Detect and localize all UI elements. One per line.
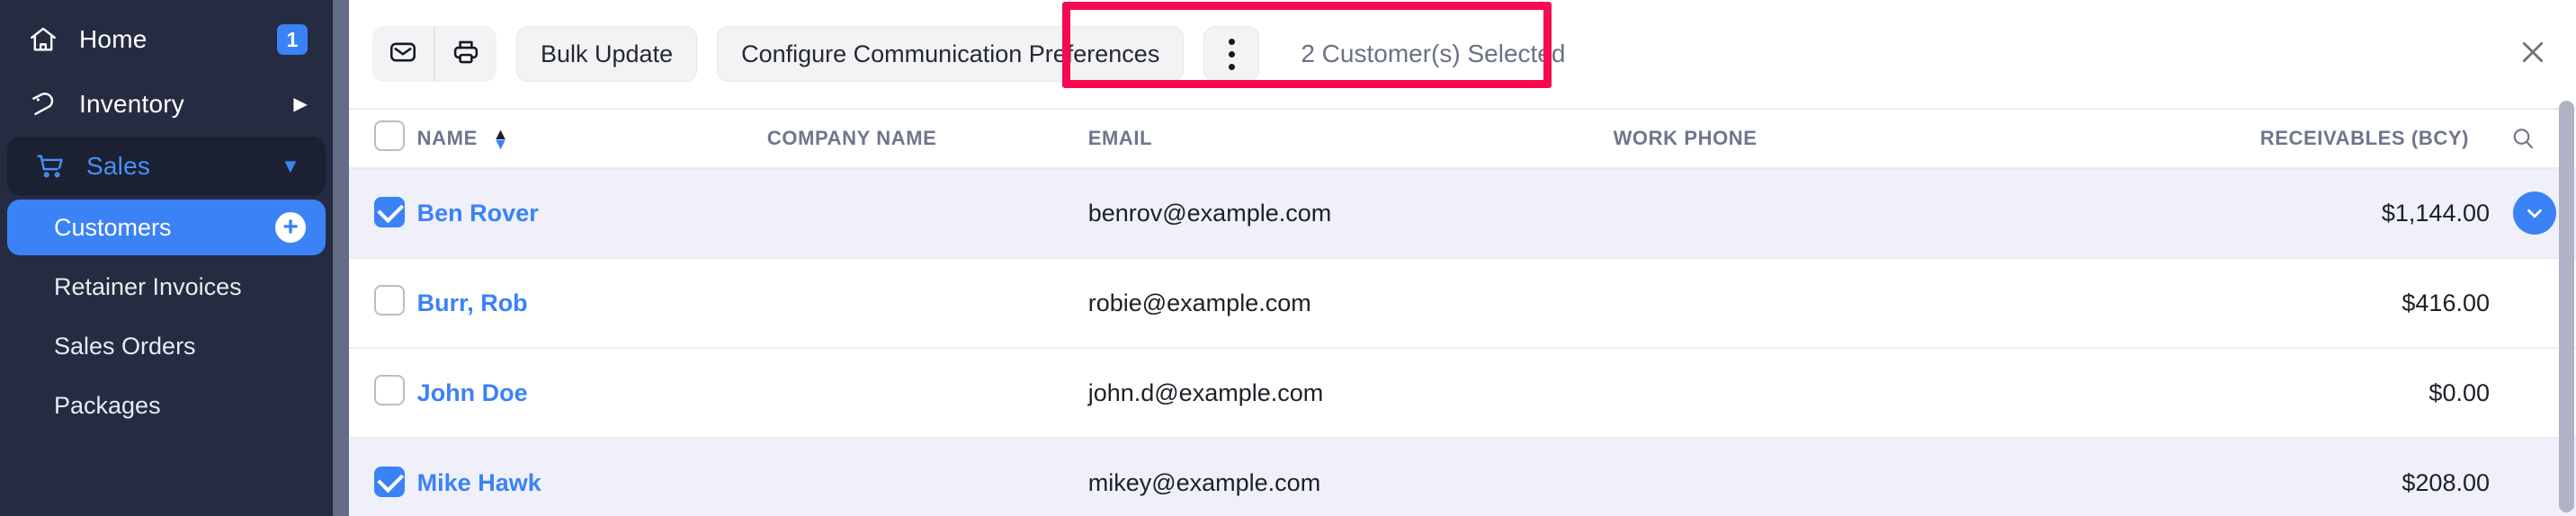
- sidebar-item-home-label: Home: [79, 25, 148, 53]
- row-receivables-cell: $0.00: [2061, 348, 2576, 438]
- main-content: Bulk Update Configure Communication Pref…: [349, 0, 2576, 516]
- kebab-dot: [1228, 50, 1235, 58]
- close-icon: [2517, 36, 2549, 73]
- row-phone-cell: [1614, 438, 2061, 516]
- home-icon: [25, 22, 61, 58]
- row-receivables-amount: $208.00: [2402, 468, 2490, 496]
- row-select-cell[interactable]: [349, 168, 417, 258]
- bulk-update-button[interactable]: Bulk Update: [516, 26, 698, 82]
- row-email-cell: john.d@example.com: [1087, 378, 1324, 406]
- row-company-cell: [767, 348, 1088, 438]
- sidebar-item-retainer-invoices-label: Retainer Invoices: [54, 272, 242, 300]
- customer-name-link[interactable]: Mike Hawk: [417, 469, 541, 496]
- row-name-cell: John Doe: [417, 348, 767, 438]
- row-receivables-cell: $1,144.00: [2061, 168, 2576, 258]
- row-company-cell: [767, 168, 1088, 258]
- row-checkbox[interactable]: [374, 284, 405, 316]
- configure-communication-preferences-button[interactable]: Configure Communication Preferences: [717, 26, 1185, 82]
- row-receivables-amount: $1,144.00: [2381, 199, 2490, 227]
- table-row[interactable]: Mike Hawk mikey@example.com $208.00: [349, 438, 2576, 516]
- column-header-name[interactable]: NAME ▲ ▼: [416, 108, 767, 169]
- sidebar-divider: [333, 0, 349, 516]
- column-header-name-label: NAME: [416, 127, 478, 149]
- row-select-cell[interactable]: [349, 438, 417, 516]
- sidebar: Home 1 Inventory ▶ Sales ▼ Customers + R…: [0, 0, 333, 516]
- sidebar-item-packages-label: Packages: [54, 391, 161, 419]
- icon-button-group: [372, 26, 496, 82]
- row-phone-cell: [1614, 258, 2061, 348]
- customer-name-link[interactable]: Burr, Rob: [417, 289, 528, 316]
- row-email-cell: benrov@example.com: [1087, 199, 1332, 227]
- row-email-cell: mikey@example.com: [1087, 468, 1321, 496]
- cart-icon: [32, 148, 68, 184]
- printer-icon: [451, 37, 481, 72]
- customers-table: NAME ▲ ▼ COMPANY NAME EMAIL WORK PHONE R…: [349, 108, 2576, 516]
- bulk-action-toolbar: Bulk Update Configure Communication Pref…: [349, 0, 2576, 108]
- sidebar-item-inventory[interactable]: Inventory ▶: [0, 72, 333, 137]
- sidebar-item-home[interactable]: Home 1: [0, 7, 333, 72]
- row-email-cell: robie@example.com: [1087, 289, 1311, 316]
- selected-count-label: 2 Customer(s) Selected: [1301, 40, 1566, 67]
- row-phone-cell: [1614, 348, 2061, 438]
- envelope-icon: [388, 37, 418, 72]
- row-receivables-amount: $416.00: [2402, 289, 2490, 316]
- close-button[interactable]: [2511, 32, 2554, 76]
- row-phone-cell: [1614, 168, 2061, 258]
- sidebar-item-retainer-invoices[interactable]: Retainer Invoices: [7, 259, 326, 315]
- customer-name-link[interactable]: Ben Rover: [417, 200, 539, 227]
- table-row[interactable]: Burr, Rob robie@example.com $416.00: [349, 258, 2576, 348]
- table-body: Ben Rover benrov@example.com $1,144.00 B…: [349, 168, 2576, 516]
- sidebar-item-sales[interactable]: Sales ▼: [7, 137, 326, 196]
- chevron-down-icon: ▼: [281, 155, 300, 177]
- email-button[interactable]: [372, 26, 434, 82]
- table-header-row: NAME ▲ ▼ COMPANY NAME EMAIL WORK PHONE R…: [349, 108, 2576, 169]
- select-all-header[interactable]: [349, 108, 417, 169]
- sidebar-item-packages[interactable]: Packages: [7, 378, 326, 433]
- sort-arrows-icon[interactable]: ▲ ▼: [492, 126, 509, 154]
- kebab-dot: [1228, 63, 1235, 70]
- row-name-cell: Burr, Rob: [417, 258, 767, 348]
- column-header-work-phone[interactable]: WORK PHONE: [1613, 108, 2061, 169]
- column-header-email[interactable]: EMAIL: [1087, 108, 1614, 169]
- sidebar-subnav-sales: Customers + Retainer Invoices Sales Orde…: [0, 200, 333, 433]
- app-root: Home 1 Inventory ▶ Sales ▼ Customers + R…: [0, 0, 2576, 516]
- row-name-cell: Ben Rover: [417, 168, 767, 258]
- sort-desc-icon: ▼: [492, 135, 509, 154]
- select-all-checkbox[interactable]: [374, 120, 405, 151]
- sidebar-item-sales-orders[interactable]: Sales Orders: [7, 318, 326, 374]
- row-select-cell[interactable]: [349, 348, 417, 438]
- sidebar-item-sales-orders-label: Sales Orders: [54, 332, 196, 360]
- column-header-receivables[interactable]: RECEIVABLES (BCY): [2060, 108, 2470, 169]
- row-company-cell: [767, 258, 1088, 348]
- row-checkbox[interactable]: [374, 196, 405, 227]
- row-receivables-cell: $416.00: [2061, 258, 2576, 348]
- table-row[interactable]: Ben Rover benrov@example.com $1,144.00: [349, 168, 2576, 258]
- row-expand-button[interactable]: [2513, 191, 2556, 235]
- sidebar-item-customers[interactable]: Customers +: [7, 200, 326, 255]
- row-receivables-amount: $0.00: [2428, 378, 2490, 406]
- row-select-cell[interactable]: [349, 258, 417, 348]
- row-name-cell: Mike Hawk: [417, 438, 767, 516]
- sidebar-item-customers-label: Customers: [54, 213, 172, 241]
- customer-name-link[interactable]: John Doe: [417, 379, 528, 406]
- add-customer-icon[interactable]: +: [275, 212, 306, 243]
- sidebar-item-inventory-label: Inventory: [79, 90, 184, 118]
- chevron-right-icon: ▶: [293, 94, 308, 114]
- row-company-cell: [767, 438, 1088, 516]
- kebab-dot: [1228, 38, 1235, 45]
- more-actions-button[interactable]: [1203, 26, 1260, 82]
- column-header-company[interactable]: COMPANY NAME: [766, 108, 1088, 169]
- vertical-scrollbar[interactable]: [2559, 101, 2574, 512]
- sidebar-item-sales-label: Sales: [86, 152, 151, 180]
- print-button[interactable]: [435, 26, 496, 82]
- row-checkbox[interactable]: [374, 374, 405, 405]
- tag-icon: [25, 86, 61, 122]
- home-badge: 1: [277, 24, 308, 55]
- row-receivables-cell: $208.00: [2061, 438, 2576, 516]
- table-head: NAME ▲ ▼ COMPANY NAME EMAIL WORK PHONE R…: [349, 108, 2576, 169]
- table-row[interactable]: John Doe john.d@example.com $0.00: [349, 348, 2576, 438]
- row-checkbox[interactable]: [374, 466, 405, 497]
